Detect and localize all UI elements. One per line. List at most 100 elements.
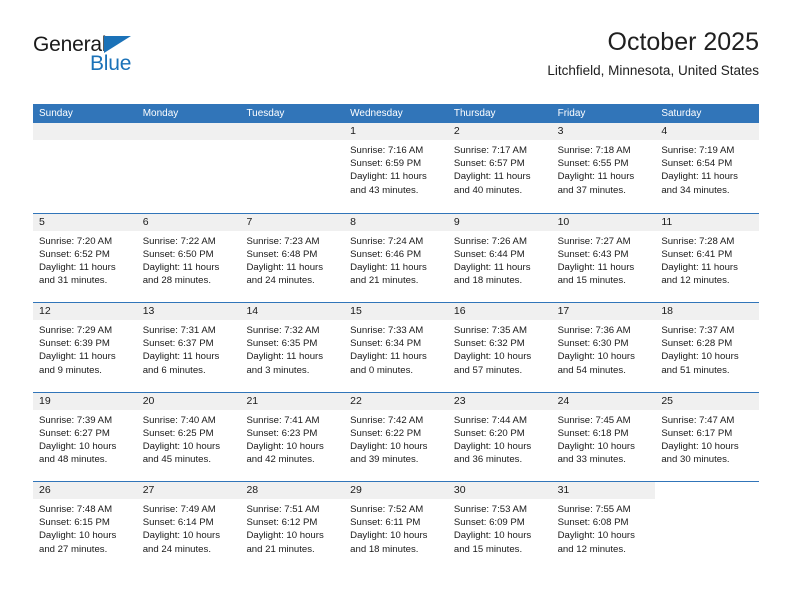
daylight-text: Daylight: 11 hours and 28 minutes. <box>142 261 220 287</box>
calendar-week-row: 12 Sunrise: 7:29 AM Sunset: 6:39 PM Dayligh… <box>33 302 760 392</box>
calendar-day-cell[interactable]: 2 Sunrise: 7:17 AM Sunset: 6:57 PM Daylight… <box>447 123 552 213</box>
calendar-day-cell[interactable]: 26 Sunrise: 7:48 AM Sunset: 6:15 PM Dayligh… <box>33 482 137 571</box>
calendar-day-cell[interactable]: 5 Sunrise: 7:20 AM Sunset: 6:52 PM Daylight… <box>33 213 137 302</box>
day-details: Sunrise: 7:44 AM Sunset: 6:20 PM Daylight:… <box>448 410 552 467</box>
sunrise-text: Sunrise: 7:51 AM <box>246 504 320 515</box>
sunset-text: Sunset: 6:27 PM <box>39 427 110 439</box>
brand-blue-text: Blue <box>90 52 132 75</box>
calendar-day-cell[interactable]: 20 Sunrise: 7:40 AM Sunset: 6:25 PM Dayligh… <box>136 392 241 481</box>
day-number: 15 <box>344 303 448 320</box>
day-number: 7 <box>240 213 345 231</box>
calendar-week-row: 26 Sunrise: 7:48 AM Sunset: 6:15 PM Dayligh… <box>33 481 760 571</box>
sunset-text: Sunset: 6:32 PM <box>453 338 525 350</box>
daylight-text: Daylight: 10 hours and 57 minutes. <box>453 351 532 376</box>
day-number: 10 <box>551 213 656 231</box>
daylight-text: Daylight: 11 hours and 43 minutes. <box>350 171 427 196</box>
day-details: Sunrise: 7:26 AM Sunset: 6:44 PM Daylight:… <box>448 231 552 288</box>
calendar-day-cell[interactable]: 11 Sunrise: 7:28 AM Sunset: 6:41 PM Dayligh… <box>655 213 760 302</box>
day-details: Sunrise: 7:35 AM Sunset: 6:32 PM Daylight:… <box>448 320 552 377</box>
daylight-text: Daylight: 11 hours and 0 minutes. <box>350 351 427 376</box>
sunset-text: Sunset: 6:22 PM <box>350 427 422 439</box>
daylight-text: Daylight: 11 hours and 3 minutes. <box>246 351 324 376</box>
calendar-day-cell-empty <box>655 482 760 571</box>
calendar-day-cell[interactable]: 6 Sunrise: 7:22 AM Sunset: 6:50 PM Daylight… <box>136 213 241 302</box>
calendar-day-cell[interactable]: 12 Sunrise: 7:29 AM Sunset: 6:39 PM Dayligh… <box>33 303 137 392</box>
sunrise-text: Sunrise: 7:24 AM <box>350 235 424 247</box>
calendar-day-cell[interactable]: 23 Sunrise: 7:44 AM Sunset: 6:20 PM Dayligh… <box>447 392 552 481</box>
day-number: 25 <box>655 392 760 410</box>
day-number: 12 <box>33 303 137 320</box>
sunset-text: Sunset: 6:34 PM <box>350 338 422 350</box>
calendar-day-cell[interactable]: 19 Sunrise: 7:39 AM Sunset: 6:27 PM Dayligh… <box>33 392 137 481</box>
brand-triangle-icon <box>104 36 131 53</box>
calendar-day-cell[interactable]: 27 Sunrise: 7:49 AM Sunset: 6:14 PM Dayligh… <box>136 482 241 571</box>
daylight-text: Daylight: 11 hours and 9 minutes. <box>39 351 116 376</box>
day-number: 24 <box>551 392 656 410</box>
sunset-text: Sunset: 6:55 PM <box>557 158 629 170</box>
day-number: 26 <box>33 482 137 499</box>
sunset-text: Sunset: 6:30 PM <box>557 338 629 350</box>
calendar-day-cell[interactable]: 18 Sunrise: 7:37 AM Sunset: 6:28 PM Dayligh… <box>655 303 760 392</box>
day-details: Sunrise: 7:16 AM Sunset: 6:59 PM Daylight:… <box>344 140 448 197</box>
calendar-day-cell[interactable]: 17 Sunrise: 7:36 AM Sunset: 6:30 PM Dayligh… <box>551 303 656 392</box>
sunset-text: Sunset: 6:44 PM <box>453 248 525 260</box>
sunrise-text: Sunrise: 7:28 AM <box>661 235 735 247</box>
calendar-day-cell[interactable]: 28 Sunrise: 7:51 AM Sunset: 6:12 PM Dayligh… <box>240 482 345 571</box>
calendar-day-cell[interactable]: 3 Sunrise: 7:18 AM Sunset: 6:55 PM Daylight… <box>551 123 656 213</box>
day-details: Sunrise: 7:55 AM Sunset: 6:08 PM Daylight:… <box>552 499 656 556</box>
weekday-header-monday: Monday <box>142 108 179 119</box>
day-details: Sunrise: 7:28 AM Sunset: 6:41 PM Daylight:… <box>655 231 759 288</box>
calendar-day-cell[interactable]: 14 Sunrise: 7:32 AM Sunset: 6:35 PM Dayligh… <box>240 303 345 392</box>
calendar-day-cell[interactable]: 30 Sunrise: 7:53 AM Sunset: 6:09 PM Dayligh… <box>447 482 552 571</box>
sunset-text: Sunset: 6:15 PM <box>39 517 110 529</box>
sunrise-text: Sunrise: 7:42 AM <box>350 414 424 426</box>
day-number: 5 <box>33 213 137 231</box>
weekday-header-wednesday: Wednesday <box>350 108 403 119</box>
calendar-day-cell[interactable]: 4 Sunrise: 7:19 AM Sunset: 6:54 PM Daylight… <box>655 123 760 213</box>
calendar-day-cell[interactable]: 10 Sunrise: 7:27 AM Sunset: 6:43 PM Dayligh… <box>551 213 656 302</box>
daylight-text: Daylight: 10 hours and 48 minutes. <box>39 440 117 466</box>
calendar-day-cell[interactable]: 8 Sunrise: 7:24 AM Sunset: 6:46 PM Daylight… <box>344 213 448 302</box>
day-number: 4 <box>655 123 760 140</box>
calendar-day-cell[interactable]: 29 Sunrise: 7:52 AM Sunset: 6:11 PM Dayligh… <box>344 482 448 571</box>
brand-logo[interactable]: General Blue <box>33 34 233 94</box>
calendar-day-cell[interactable]: 25 Sunrise: 7:47 AM Sunset: 6:17 PM Dayligh… <box>655 392 760 481</box>
weekday-header-friday: Friday <box>557 108 586 119</box>
calendar-day-cell[interactable]: 15 Sunrise: 7:33 AM Sunset: 6:34 PM Dayligh… <box>344 303 448 392</box>
day-number: 1 <box>344 123 448 140</box>
calendar-day-cell[interactable]: 7 Sunrise: 7:23 AM Sunset: 6:48 PM Daylight… <box>240 213 345 302</box>
day-details: Sunrise: 7:31 AM Sunset: 6:37 PM Daylight:… <box>137 320 241 377</box>
sunrise-text: Sunrise: 7:39 AM <box>39 414 113 426</box>
daylight-text: Daylight: 11 hours and 6 minutes. <box>142 351 220 376</box>
weekday-header-thursday: Thursday <box>453 108 496 119</box>
day-details: Sunrise: 7:52 AM Sunset: 6:11 PM Daylight:… <box>344 499 448 556</box>
calendar-day-cell[interactable]: 31 Sunrise: 7:55 AM Sunset: 6:08 PM Dayligh… <box>551 482 656 571</box>
sunset-text: Sunset: 6:28 PM <box>661 338 733 350</box>
sunset-text: Sunset: 6:57 PM <box>453 158 525 170</box>
day-details: Sunrise: 7:18 AM Sunset: 6:55 PM Daylight:… <box>552 140 656 197</box>
page-subtitle: Litchfield, Minnesota, United States <box>547 62 759 78</box>
day-number: 19 <box>33 392 137 410</box>
daylight-text: Daylight: 10 hours and 51 minutes. <box>661 351 739 376</box>
sunset-text: Sunset: 6:17 PM <box>661 427 733 439</box>
daylight-text: Daylight: 10 hours and 36 minutes. <box>453 440 532 466</box>
calendar-day-cell[interactable]: 1 Sunrise: 7:16 AM Sunset: 6:59 PM Daylight… <box>344 123 448 213</box>
calendar-day-cell[interactable]: 16 Sunrise: 7:35 AM Sunset: 6:32 PM Dayligh… <box>447 303 552 392</box>
day-details: Sunrise: 7:41 AM Sunset: 6:23 PM Daylight:… <box>240 410 344 467</box>
calendar-page: General Blue October 2025 Litchfield, Mi… <box>0 0 792 612</box>
sunrise-text: Sunrise: 7:29 AM <box>39 325 113 336</box>
sunrise-text: Sunrise: 7:17 AM <box>453 145 527 156</box>
day-details: Sunrise: 7:29 AM Sunset: 6:39 PM Daylight:… <box>33 320 137 377</box>
day-number: 31 <box>551 482 656 499</box>
calendar-day-cell[interactable]: 9 Sunrise: 7:26 AM Sunset: 6:44 PM Daylight… <box>447 213 552 302</box>
page-header: General Blue October 2025 Litchfield, Mi… <box>33 28 759 100</box>
calendar-day-cell[interactable]: 21 Sunrise: 7:41 AM Sunset: 6:23 PM Dayligh… <box>240 392 345 481</box>
sunset-text: Sunset: 6:54 PM <box>661 158 733 170</box>
calendar-day-cell[interactable]: 22 Sunrise: 7:42 AM Sunset: 6:22 PM Dayligh… <box>344 392 448 481</box>
day-details: Sunrise: 7:23 AM Sunset: 6:48 PM Daylight:… <box>240 231 344 288</box>
sunrise-text: Sunrise: 7:45 AM <box>557 414 631 426</box>
daylight-text: Daylight: 10 hours and 12 minutes. <box>557 530 635 555</box>
sunset-text: Sunset: 6:09 PM <box>453 517 525 529</box>
calendar-day-cell[interactable]: 13 Sunrise: 7:31 AM Sunset: 6:37 PM Dayligh… <box>136 303 241 392</box>
calendar-day-cell[interactable]: 24 Sunrise: 7:45 AM Sunset: 6:18 PM Dayligh… <box>551 392 656 481</box>
